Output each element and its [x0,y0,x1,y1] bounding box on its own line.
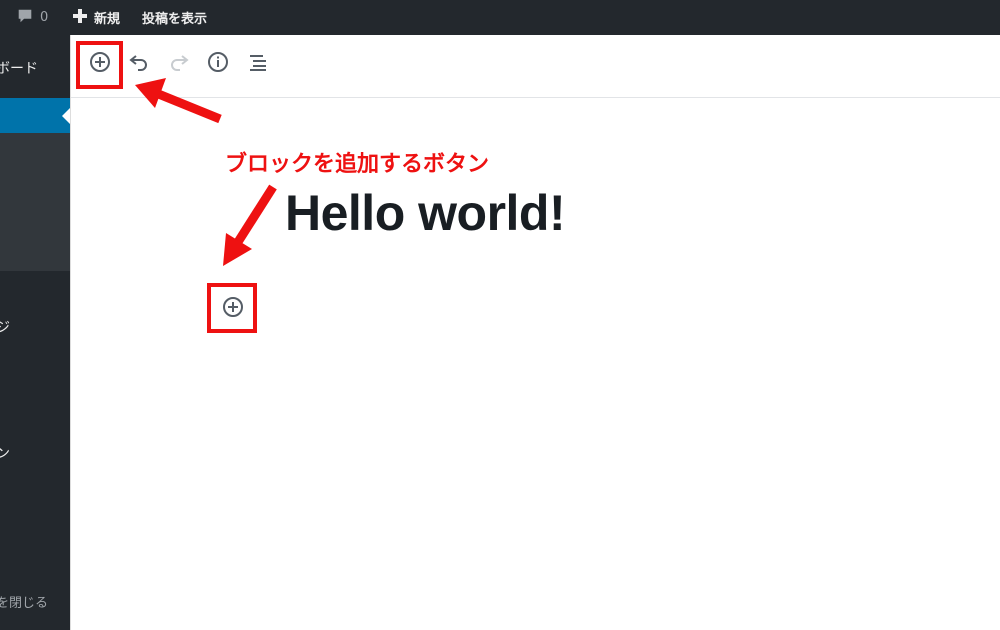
arrow-to-inline-add [223,184,277,266]
arrow-to-toolbar-add [135,78,222,124]
annotation-arrows [135,78,277,266]
